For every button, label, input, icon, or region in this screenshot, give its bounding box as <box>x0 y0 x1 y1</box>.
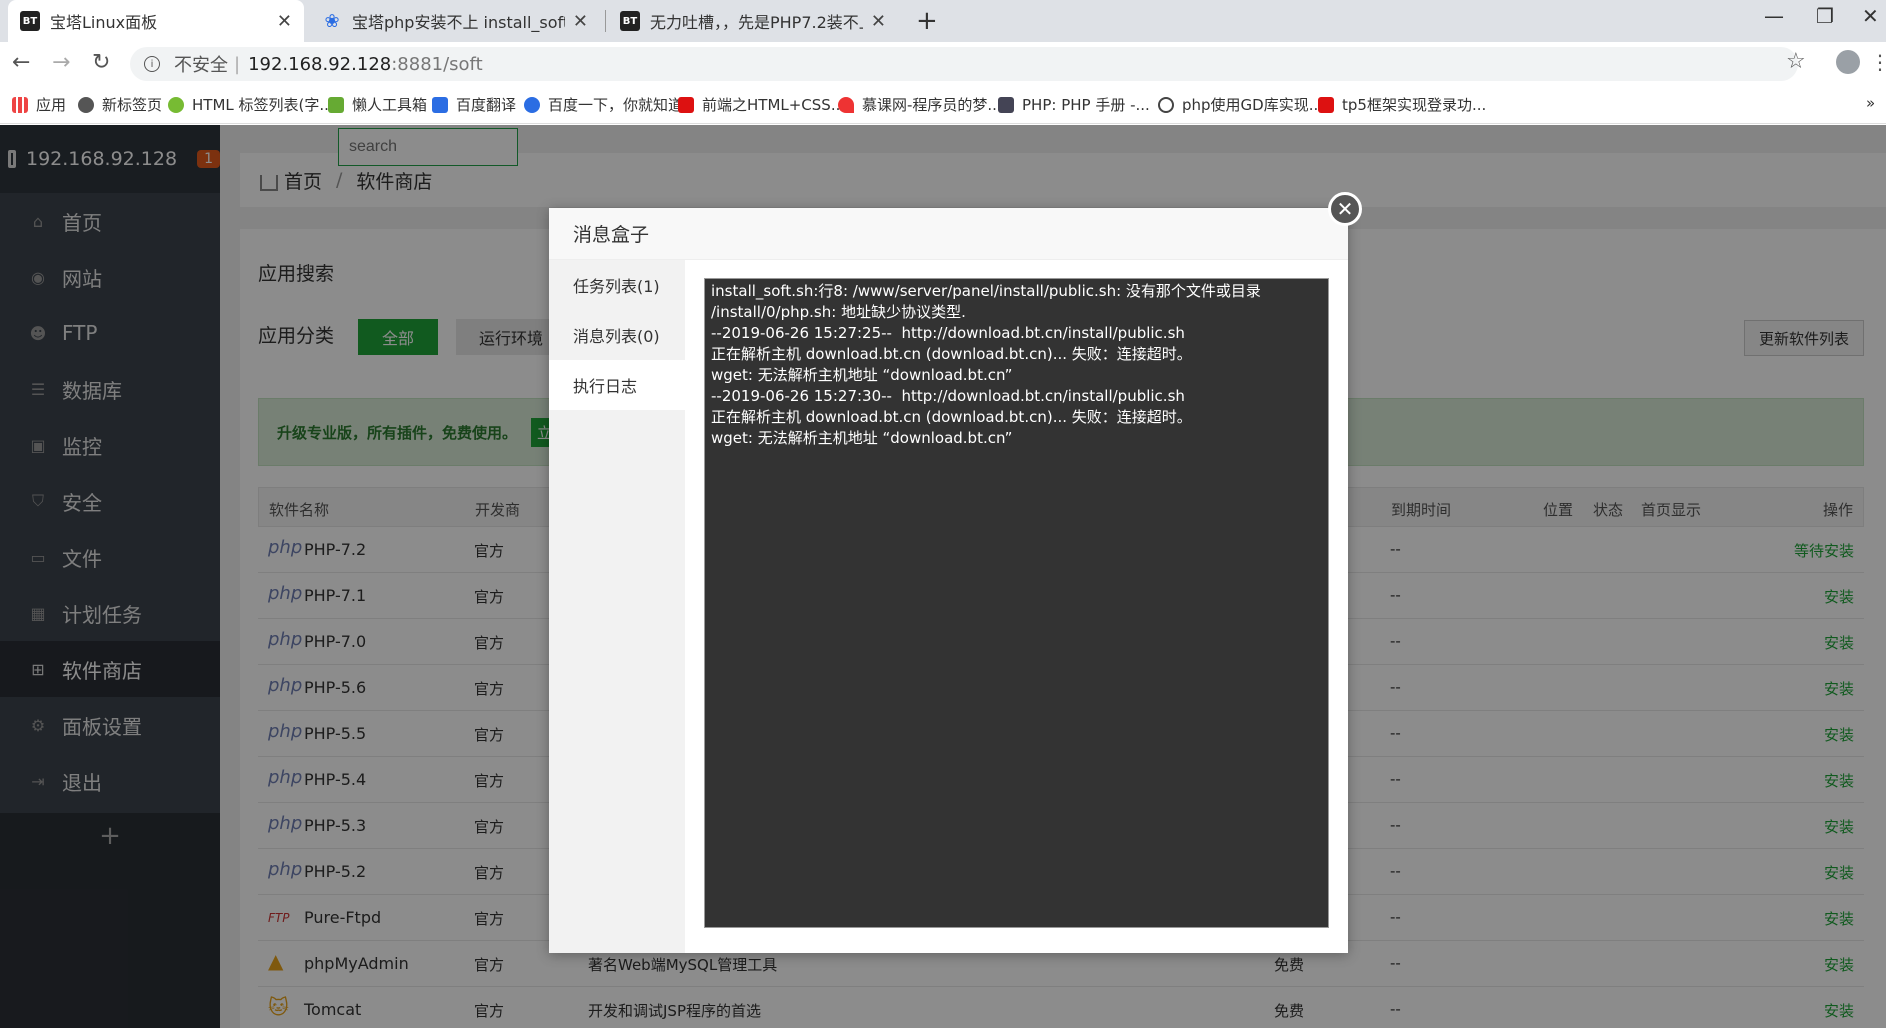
bookmark-label: tp5框架实现登录功... <box>1342 96 1487 114</box>
profile-avatar[interactable] <box>1836 50 1860 74</box>
link-icon <box>1158 96 1174 113</box>
dialog-nav: 任务列表(1) 消息列表(0) 执行日志 <box>549 260 685 953</box>
translate-icon <box>432 96 448 113</box>
bookmark-star-icon[interactable]: ☆ <box>1786 49 1806 74</box>
site-icon <box>168 96 184 113</box>
close-tab-icon[interactable]: ✕ <box>277 11 292 32</box>
bookmark-label: php使用GD库实现... <box>1182 96 1324 114</box>
close-icon[interactable]: ✕ <box>1328 192 1362 226</box>
close-tab-icon[interactable]: ✕ <box>573 11 588 32</box>
bookmark-item[interactable]: 慕课网-程序员的梦... <box>838 94 1002 115</box>
browser-tab-1[interactable]: BT 宝塔Linux面板 ✕ <box>8 0 304 42</box>
tab-task-list[interactable]: 任务列表(1) <box>549 260 685 310</box>
bookmarks-bar: 应用 新标签页 HTML 标签列表(字... 懒人工具箱 百度翻译 百度一下，你… <box>0 86 1886 124</box>
bookmark-apps[interactable]: 应用 <box>12 94 66 115</box>
bookmark-label: 应用 <box>36 96 67 114</box>
bookmark-label: 懒人工具箱 <box>352 96 428 114</box>
browser-tab-3[interactable]: BT 无力吐槽，，先是PHP7.2装不上 ✕ <box>608 0 898 42</box>
bookmark-label: 百度翻译 <box>456 96 517 114</box>
globe-icon <box>78 96 94 113</box>
tab-divider <box>605 10 606 32</box>
csdn-icon <box>1318 96 1334 113</box>
apps-icon <box>12 96 28 113</box>
window-close-icon[interactable]: ✕ <box>1862 4 1879 28</box>
bookmark-label: 百度一下，你就知道 <box>548 96 684 114</box>
url-separator: | <box>234 53 241 75</box>
php-icon <box>998 96 1014 113</box>
paw-icon: ❀ <box>324 10 340 32</box>
forward-icon[interactable]: → <box>52 50 70 75</box>
bookmark-item[interactable]: 新标签页 <box>78 94 162 115</box>
restore-icon[interactable]: ❐ <box>1816 4 1834 28</box>
address-bar-row: ← → ↻ i 不安全 | 192.168.92.128 :8881/soft <box>0 42 1886 86</box>
bookmark-label: 新标签页 <box>102 96 163 114</box>
back-icon[interactable]: ← <box>12 50 30 75</box>
browser-tab-bar: BT 宝塔Linux面板 ✕ ❀ 宝塔php安装不上 install_soft.… <box>0 0 1886 42</box>
bookmark-label: 慕课网-程序员的梦... <box>862 96 1002 114</box>
exec-log-textarea[interactable]: install_soft.sh:行8: /www/server/panel/in… <box>704 278 1329 928</box>
bookmark-item[interactable]: 百度一下，你就知道 <box>524 94 683 115</box>
url-path: :8881/soft <box>391 53 483 75</box>
minimize-icon[interactable]: — <box>1764 4 1784 28</box>
screen: BT 宝塔Linux面板 ✕ ❀ 宝塔php安装不上 install_soft.… <box>0 0 1886 1028</box>
paw-icon <box>524 96 540 113</box>
toolbox-icon <box>328 96 344 113</box>
close-tab-icon[interactable]: ✕ <box>871 11 886 32</box>
bookmark-item[interactable]: 百度翻译 <box>432 94 516 115</box>
tab-message-list[interactable]: 消息列表(0) <box>549 310 685 360</box>
url-input[interactable]: i 不安全 | 192.168.92.128 :8881/soft <box>130 47 1798 81</box>
message-box-dialog: 消息盒子 任务列表(1) 消息列表(0) 执行日志 install_soft.s… <box>549 208 1348 953</box>
flame-icon <box>838 96 854 113</box>
tab-exec-log[interactable]: 执行日志 <box>549 360 685 410</box>
bookmark-label: HTML 标签列表(字... <box>192 96 334 114</box>
new-tab-icon[interactable]: + <box>916 6 938 36</box>
bookmark-item[interactable]: 前端之HTML+CSS... <box>678 94 845 115</box>
csdn-icon <box>678 96 694 113</box>
bookmark-item[interactable]: HTML 标签列表(字... <box>168 94 334 115</box>
menu-icon[interactable]: ⋮ <box>1870 50 1886 74</box>
browser-tab-2[interactable]: ❀ 宝塔php安装不上 install_soft.sh ✕ <box>310 0 600 42</box>
bt-favicon-icon: BT <box>620 11 640 31</box>
bookmark-item[interactable]: 懒人工具箱 <box>328 94 427 115</box>
reload-icon[interactable]: ↻ <box>92 50 110 75</box>
tab-title: 宝塔Linux面板 <box>50 13 158 32</box>
bt-favicon-icon: BT <box>20 11 40 31</box>
insecure-label: 不安全 <box>174 55 228 76</box>
tab-title: 无力吐槽，，先是PHP7.2装不上 <box>650 13 863 32</box>
bookmark-label: 前端之HTML+CSS... <box>702 96 846 114</box>
tab-title: 宝塔php安装不上 install_soft.sh <box>352 13 565 32</box>
url-host: 192.168.92.128 <box>248 53 392 75</box>
bookmark-item[interactable]: php使用GD库实现... <box>1158 94 1323 115</box>
bookmarks-overflow[interactable]: » <box>1866 94 1875 112</box>
dialog-title: 消息盒子 <box>549 208 1348 260</box>
info-icon[interactable]: i <box>144 56 160 72</box>
bookmark-item[interactable]: tp5框架实现登录功... <box>1318 94 1486 115</box>
bookmark-item[interactable]: PHP: PHP 手册 -... <box>998 94 1150 115</box>
bookmark-label: PHP: PHP 手册 -... <box>1022 96 1150 114</box>
